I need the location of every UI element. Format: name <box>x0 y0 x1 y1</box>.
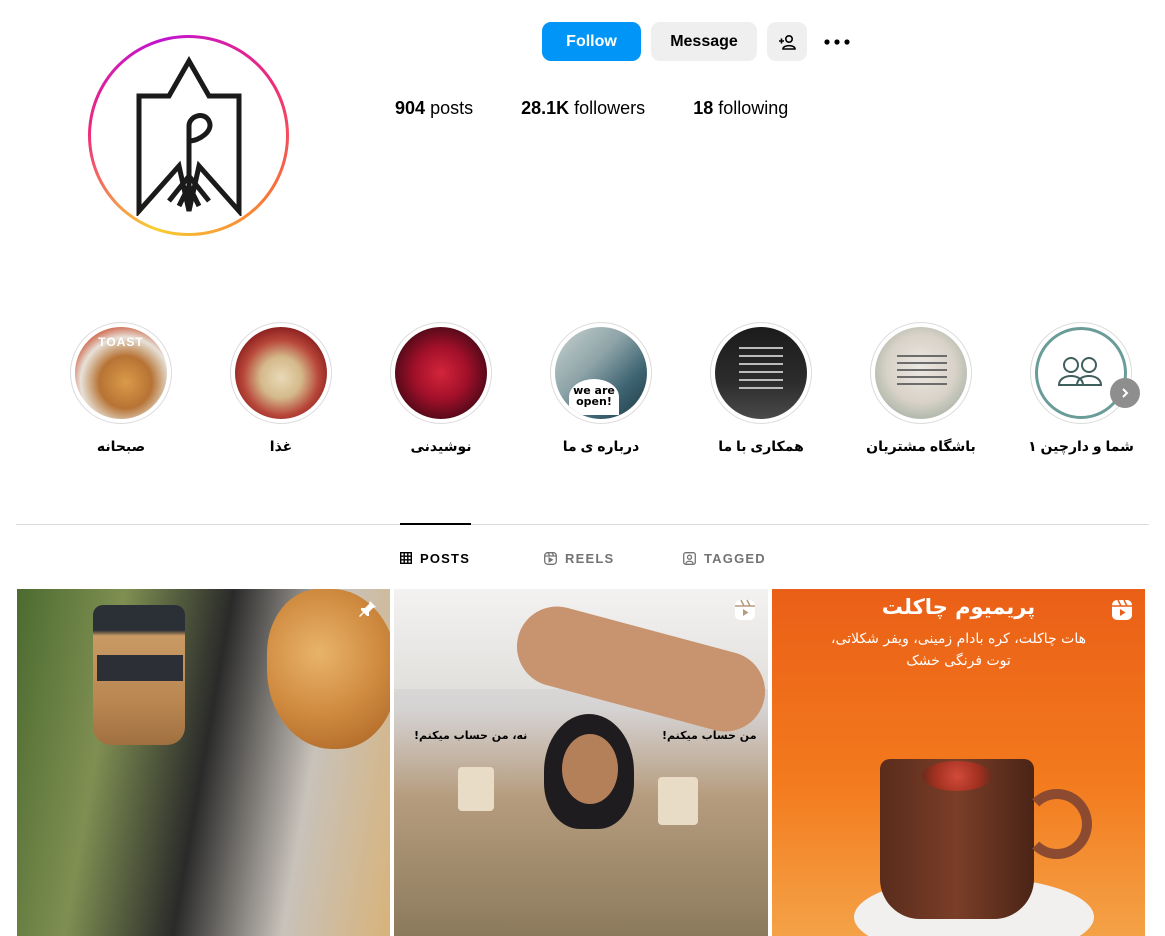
highlight-ring <box>230 322 332 424</box>
highlight-thumbnail <box>235 327 327 419</box>
profile-stats: 904 posts 28.1K followers 18 following <box>395 98 836 119</box>
highlight-breakfast[interactable]: TOAST صبحانه <box>70 322 172 454</box>
reels-icon <box>735 599 755 620</box>
message-button[interactable]: Message <box>651 22 757 61</box>
following-count: 18 <box>693 98 714 118</box>
speech-text-left: نه، من حساب میکنم! <box>414 729 528 742</box>
followers-stat[interactable]: 28.1K followers <box>521 98 645 119</box>
highlight-ring <box>710 322 812 424</box>
avatar-inner <box>91 38 286 233</box>
profile-avatar[interactable] <box>88 35 289 236</box>
highlight-ring <box>1030 322 1132 424</box>
highlight-label: غذا <box>269 438 293 454</box>
highlight-ring <box>870 322 972 424</box>
highlight-thumbnail <box>875 327 967 419</box>
strawberry-topping <box>922 761 992 791</box>
more-horizontal-icon <box>824 38 850 45</box>
people-icon <box>1057 357 1103 386</box>
tab-tagged[interactable]: TAGGED <box>683 548 766 568</box>
highlight-customer-club[interactable]: باشگاه مشتریان <box>866 322 976 454</box>
highlight-food[interactable]: غذا <box>230 322 332 454</box>
highlight-label: همکاری با ما <box>718 438 804 454</box>
post-subtitle-line-1: هات چاکلت، کره بادام زمینی، ویفر شکلاتی، <box>831 631 1086 647</box>
tree-logo-icon <box>136 55 241 216</box>
followers-count: 28.1K <box>521 98 570 118</box>
post-tile[interactable] <box>17 589 390 936</box>
tab-label: POSTS <box>420 550 471 566</box>
highlight-ring: TOAST <box>70 322 172 424</box>
highlight-thumbnail: we are open! <box>555 327 647 419</box>
cup-left <box>458 767 494 811</box>
reel-indicator <box>1111 599 1133 626</box>
highlight-image-text: we are open! <box>569 379 619 415</box>
speech-text-right: من حساب میکنم! <box>662 729 757 742</box>
suggest-accounts-button[interactable] <box>767 22 807 61</box>
highlight-thumbnail <box>1035 327 1127 419</box>
highlight-cooperation[interactable]: همکاری با ما <box>710 322 812 454</box>
tab-label: TAGGED <box>704 550 766 566</box>
followers-label: followers <box>574 98 646 118</box>
following-stat[interactable]: 18 following <box>693 98 788 119</box>
highlight-about-us[interactable]: we are open! درباره ی ما <box>550 322 652 454</box>
follow-button[interactable]: Follow <box>542 22 641 61</box>
highlights-next-button[interactable] <box>1110 378 1140 408</box>
chevron-right-icon <box>1122 388 1129 398</box>
posts-stat: 904 posts <box>395 98 473 119</box>
active-tab-indicator <box>400 523 471 525</box>
post-tile[interactable]: پریمیوم چاکلت هات چاکلت، کره بادام زمینی… <box>772 589 1145 936</box>
post-subtitle-line-2: توت فرنگی خشک <box>906 653 1011 669</box>
highlight-thumbnail: TOAST <box>75 327 167 419</box>
tab-label: REELS <box>565 550 615 566</box>
reels-icon <box>1112 599 1132 620</box>
highlight-label: درباره ی ما <box>562 438 640 454</box>
highlight-ring: we are open! <box>550 322 652 424</box>
grid-icon <box>400 552 412 564</box>
tab-reels[interactable]: REELS <box>544 548 614 568</box>
post-title: پریمیوم چاکلت <box>881 595 1036 619</box>
cup-band <box>97 655 183 681</box>
highlight-thumbnail <box>715 327 807 419</box>
highlight-text-lines <box>897 355 947 357</box>
cup-right <box>658 777 698 825</box>
tab-posts[interactable]: POSTS <box>400 548 470 568</box>
post-tile[interactable]: نه، من حساب میکنم! من حساب میکنم! <box>394 589 768 936</box>
highlight-label: نوشیدنی <box>410 438 472 454</box>
following-label: following <box>718 98 789 118</box>
highlight-label: شما و دارچین ۱ <box>1028 438 1134 454</box>
highlight-label: باشگاه مشتریان <box>866 438 976 454</box>
tabs-divider <box>16 524 1149 525</box>
posts-count: 904 <box>395 98 426 118</box>
highlight-text-lines <box>739 347 783 349</box>
pinned-post-indicator <box>358 599 378 624</box>
posts-label: posts <box>430 98 474 118</box>
highlight-drinks[interactable]: نوشیدنی <box>390 322 492 454</box>
highlight-ring <box>390 322 492 424</box>
person-add-icon <box>779 34 796 50</box>
pin-icon <box>359 601 376 617</box>
highlight-you-and-darchin[interactable]: شما و دارچین ۱ <box>1028 322 1134 454</box>
more-options-button[interactable] <box>820 22 854 61</box>
highlight-thumbnail <box>395 327 487 419</box>
highlight-image-text: TOAST <box>98 335 144 349</box>
highlight-label: صبحانه <box>96 438 146 454</box>
reel-indicator <box>734 599 756 626</box>
mug-handle <box>1022 789 1092 859</box>
reels-icon <box>544 551 557 565</box>
brand-logo <box>97 44 280 227</box>
person-face <box>562 734 618 804</box>
tagged-icon <box>683 551 696 565</box>
